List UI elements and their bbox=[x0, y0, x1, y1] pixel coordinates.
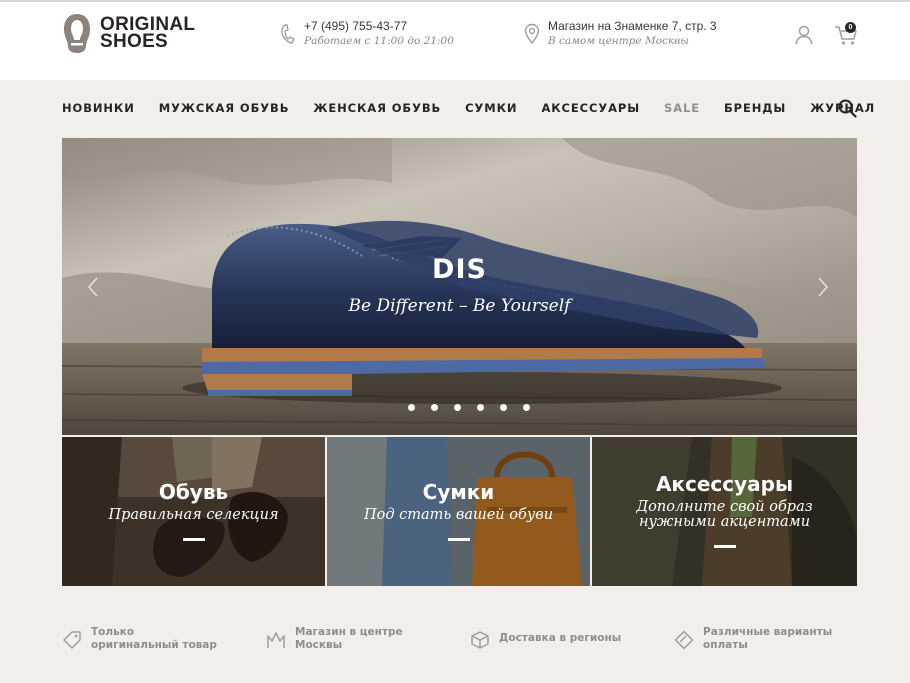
user-icon[interactable] bbox=[794, 24, 814, 46]
address-note: В самом центре Москвы bbox=[548, 35, 689, 47]
logo[interactable]: ORIGINAL SHOES bbox=[62, 12, 195, 54]
tag-icon bbox=[63, 631, 81, 649]
nav-item-accessories[interactable]: АКСЕССУАРЫ bbox=[541, 98, 640, 118]
tile-underline bbox=[448, 538, 470, 541]
feature-payment-line-1: Различные варианты bbox=[703, 626, 833, 638]
tile-shoes[interactable]: Обувь Правильная селекция bbox=[62, 437, 325, 586]
slider-dot[interactable] bbox=[454, 404, 461, 411]
feature-store-line-1: Магазин в центре bbox=[295, 626, 403, 638]
nav-item-brands[interactable]: БРЕНДЫ bbox=[724, 98, 786, 118]
feature-original-line-1: Только bbox=[91, 626, 135, 638]
feature-original-line-2: оригинальный товар bbox=[91, 639, 217, 651]
feature-delivery: Доставка в регионы bbox=[470, 626, 621, 650]
store-address[interactable]: Магазин на Знаменке 7, стр. 3 bbox=[548, 19, 717, 34]
feature-payment-line-2: оплаты bbox=[703, 639, 748, 651]
slider-dot[interactable] bbox=[477, 404, 484, 411]
feature-original: Только оригинальный товар bbox=[62, 626, 217, 652]
tile-underline bbox=[714, 545, 736, 548]
slider-dots bbox=[408, 404, 530, 411]
slider-dot[interactable] bbox=[431, 404, 438, 411]
address-block: Магазин на Знаменке 7, стр. 3 В самом це… bbox=[524, 19, 717, 49]
tile-accessories-title: Аксессуары bbox=[655, 472, 794, 496]
map-pin-icon bbox=[524, 23, 540, 45]
logo-line-2: SHOES bbox=[100, 31, 169, 52]
tile-accessories-subtitle-2: нужными акцентами bbox=[638, 514, 811, 530]
nav-item-new[interactable]: НОВИНКИ bbox=[62, 98, 135, 118]
tile-bags-title: Сумки bbox=[422, 480, 495, 504]
tile-accessories-subtitle-1: Дополните свой образ bbox=[636, 499, 813, 515]
hero-image bbox=[62, 138, 857, 435]
slider-dot[interactable] bbox=[523, 404, 530, 411]
search-icon[interactable] bbox=[838, 99, 857, 118]
box-icon bbox=[471, 631, 489, 649]
nav-item-bags[interactable]: СУМКИ bbox=[465, 98, 517, 118]
crown-icon bbox=[267, 632, 285, 648]
feature-payment: Различные варианты оплаты bbox=[674, 626, 832, 652]
logo-footprint-icon bbox=[64, 13, 90, 53]
working-hours: Работаем с 11:00 до 21:00 bbox=[304, 35, 454, 47]
tile-bags[interactable]: Сумки Под стать вашей обуви bbox=[327, 437, 590, 586]
slider-dot[interactable] bbox=[500, 404, 507, 411]
tile-accessories[interactable]: Аксессуары Дополните свой образ нужными … bbox=[592, 437, 857, 586]
category-tiles: Обувь Правильная селекция Сумки Под стат… bbox=[62, 437, 857, 586]
nav-item-women-shoes[interactable]: ЖЕНСКАЯ ОБУВЬ bbox=[313, 98, 441, 118]
hero-slider[interactable]: DIS Be Different – Be Yourself bbox=[62, 138, 857, 435]
logo-text: ORIGINAL SHOES bbox=[100, 15, 195, 52]
hero-title: DIS bbox=[432, 254, 487, 285]
tile-bags-subtitle: Под стать вашей обуви bbox=[363, 507, 554, 523]
hero-subtitle: Be Different – Be Yourself bbox=[348, 296, 571, 316]
nav-item-sale[interactable]: SALE bbox=[664, 98, 700, 118]
feature-store-line-2: Москвы bbox=[295, 639, 343, 651]
tile-underline bbox=[183, 538, 205, 541]
feature-delivery-line-1: Доставка в регионы bbox=[499, 632, 622, 644]
main-nav: НОВИНКИ МУЖСКАЯ ОБУВЬ ЖЕНСКАЯ ОБУВЬ СУМК… bbox=[62, 98, 899, 118]
nav-item-men-shoes[interactable]: МУЖСКАЯ ОБУВЬ bbox=[159, 98, 290, 118]
phone-number[interactable]: +7 (495) 755-43-77 bbox=[304, 19, 454, 34]
slider-dot[interactable] bbox=[408, 404, 415, 411]
tile-shoes-subtitle: Правильная селекция bbox=[108, 507, 279, 523]
features-bar: Только оригинальный товар Магазин в цент… bbox=[62, 626, 857, 658]
phone-icon bbox=[281, 24, 295, 44]
cart-count-badge: 0 bbox=[845, 22, 856, 33]
phone-block: +7 (495) 755-43-77 Работаем с 11:00 до 2… bbox=[280, 19, 454, 49]
card-icon bbox=[674, 630, 694, 650]
tile-shoes-title: Обувь bbox=[158, 480, 229, 504]
feature-store: Магазин в центре Москвы bbox=[266, 626, 403, 652]
